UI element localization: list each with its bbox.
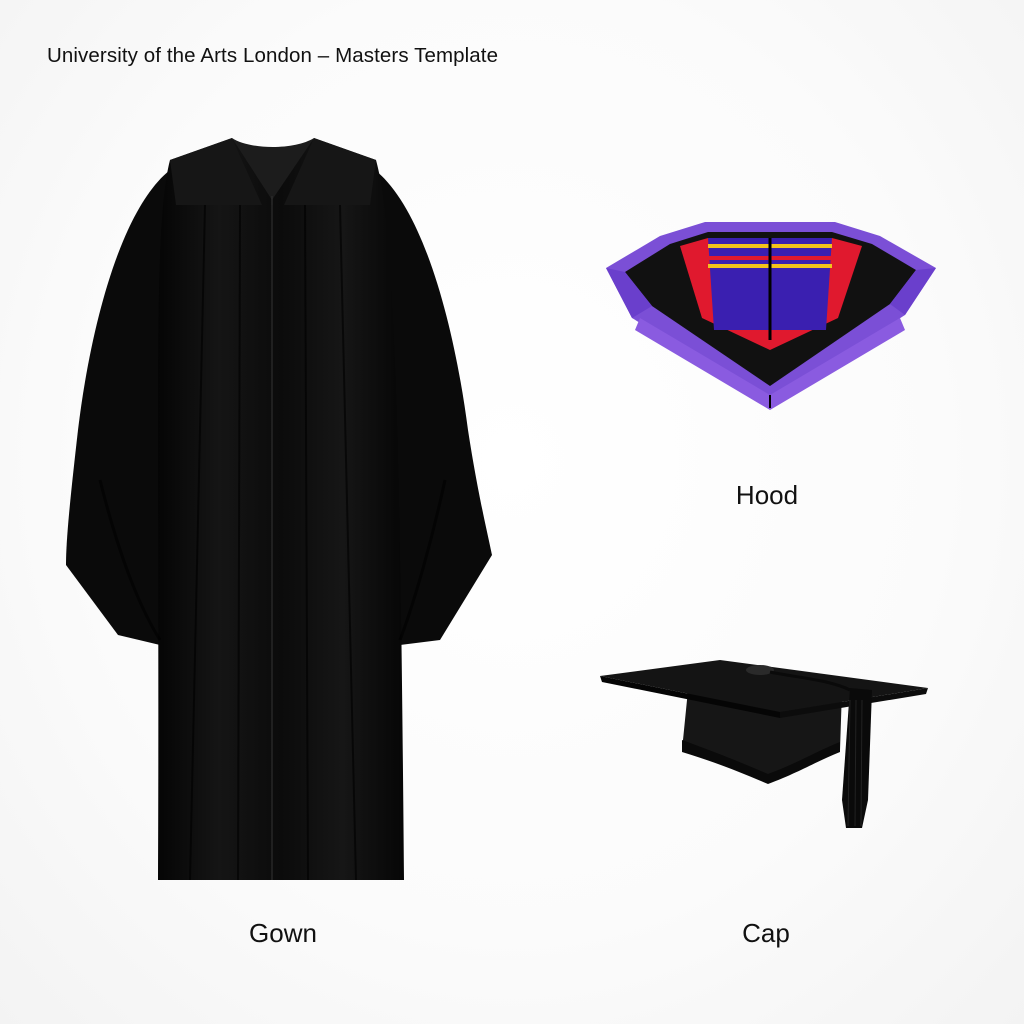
cap-image	[600, 660, 928, 828]
gown-label: Gown	[249, 918, 317, 948]
page: University of the Arts London – Masters …	[0, 0, 1024, 1024]
cap-label: Cap	[742, 918, 790, 948]
hood-label: Hood	[735, 480, 799, 510]
